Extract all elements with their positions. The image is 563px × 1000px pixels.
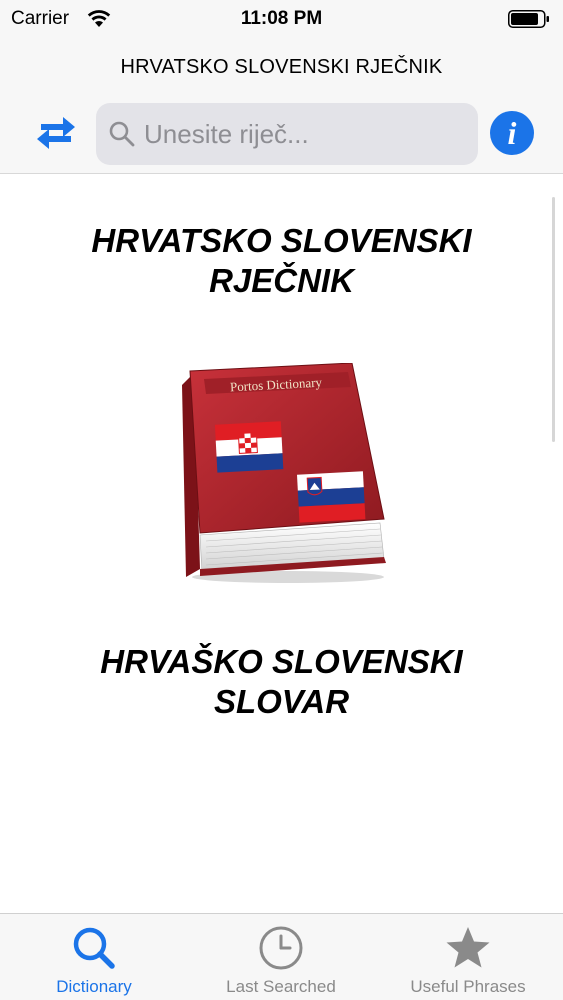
nav-header: HRVATSKO SLOVENSKI RJEČNIK i [0, 40, 563, 174]
swap-arrows-icon[interactable] [33, 110, 79, 156]
status-bar: Carrier 11:08 PM [0, 0, 563, 40]
heading-croatian: HRVATSKO SLOVENSKI RJEČNIK [0, 221, 563, 301]
heading-croatian-line1: HRVATSKO SLOVENSKI [91, 222, 472, 259]
search-bar[interactable] [96, 103, 478, 165]
tab-useful-phrases[interactable]: Useful Phrases [374, 914, 562, 1000]
battery-icon [508, 10, 549, 28]
heading-slovenian-line1: HRVAŠKO SLOVENSKI [100, 643, 463, 680]
tab-dictionary[interactable]: Dictionary [0, 914, 188, 1000]
info-icon: i [507, 115, 517, 151]
tab-dictionary-label: Dictionary [56, 977, 132, 996]
page-title: HRVATSKO SLOVENSKI RJEČNIK [120, 56, 443, 78]
heading-croatian-line2: RJEČNIK [209, 262, 354, 299]
search-icon [73, 927, 115, 969]
heading-slovenian-line2: SLOVAR [213, 683, 350, 720]
star-icon [446, 927, 490, 968]
slovenia-flag [296, 471, 366, 523]
search-icon [109, 121, 135, 147]
heading-slovenian: HRVAŠKO SLOVENSKI SLOVAR [0, 642, 563, 722]
tab-bar: Dictionary Last Searched Useful Phrases [0, 913, 563, 1000]
clock: 11:08 PM [240, 8, 323, 29]
clock-icon [259, 926, 303, 970]
dictionary-book-image: Portos Dictionary [182, 363, 386, 583]
tab-last-searched[interactable]: Last Searched [187, 914, 375, 1000]
info-button[interactable]: i [490, 111, 534, 155]
main-content: HRVATSKO SLOVENSKI RJEČNIK Portos Dictio… [0, 175, 563, 913]
croatia-flag [214, 421, 284, 473]
search-input[interactable] [144, 103, 464, 165]
tab-last-searched-label: Last Searched [226, 977, 336, 996]
tab-useful-phrases-label: Useful Phrases [410, 977, 526, 996]
